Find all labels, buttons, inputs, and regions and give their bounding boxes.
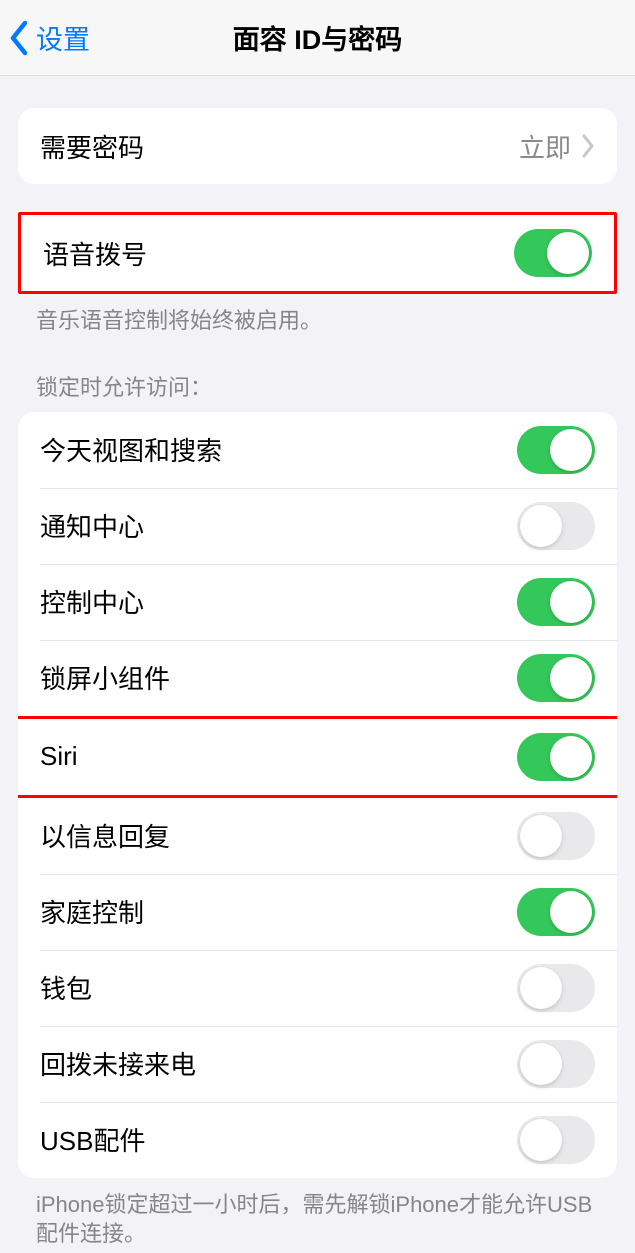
lock-access-toggle[interactable] (517, 502, 595, 550)
lock-access-toggle[interactable] (517, 426, 595, 474)
back-label: 设置 (36, 18, 90, 57)
lock-access-row: 锁屏小组件 (18, 640, 617, 716)
page-title: 面容 ID与密码 (0, 18, 635, 57)
lock-access-row: 家庭控制 (18, 874, 617, 950)
toggle-knob (520, 967, 562, 1009)
lock-access-row: 回拨未接来电 (18, 1026, 617, 1102)
require-passcode-value: 立即 (519, 128, 571, 165)
toggle-knob (550, 581, 592, 623)
voice-dial-highlight: 语音拨号 (18, 212, 617, 294)
lock-access-label: USB配件 (40, 1121, 517, 1158)
lock-access-header: 锁定时允许访问： (0, 370, 635, 412)
lock-access-label: 锁屏小组件 (40, 659, 517, 696)
lock-access-toggle[interactable] (517, 964, 595, 1012)
toggle-knob (520, 1043, 562, 1085)
siri-highlight: Siri (18, 716, 617, 798)
lock-access-toggle[interactable] (517, 1040, 595, 1088)
lock-access-row: USB配件 (18, 1102, 617, 1178)
lock-access-label: 通知中心 (40, 507, 517, 544)
lock-access-row: 以信息回复 (18, 798, 617, 874)
lock-access-toggle[interactable] (517, 654, 595, 702)
toggle-knob (520, 1119, 562, 1161)
nav-header: 设置 面容 ID与密码 (0, 0, 635, 76)
lock-access-label: 以信息回复 (40, 817, 517, 854)
voice-dial-label: 语音拨号 (43, 235, 514, 272)
voice-dial-row: 语音拨号 (21, 215, 614, 291)
lock-access-row: 今天视图和搜索 (18, 412, 617, 488)
lock-access-label: 回拨未接来电 (40, 1045, 517, 1082)
toggle-knob (550, 736, 592, 778)
lock-access-toggle[interactable] (517, 733, 595, 781)
lock-access-row: 控制中心 (18, 564, 617, 640)
lock-access-label: 控制中心 (40, 583, 517, 620)
toggle-knob (550, 429, 592, 471)
voice-dial-toggle[interactable] (514, 229, 592, 277)
lock-access-label: 钱包 (40, 969, 517, 1006)
require-passcode-row[interactable]: 需要密码 立即 (18, 108, 617, 184)
chevron-left-icon (8, 20, 30, 56)
lock-access-row: 钱包 (18, 950, 617, 1026)
lock-access-footer: iPhone锁定超过一小时后，需先解锁iPhone才能允许USB配件连接。 (0, 1178, 635, 1249)
toggle-knob (520, 505, 562, 547)
chevron-right-icon (581, 134, 595, 158)
require-passcode-group: 需要密码 立即 (18, 108, 617, 184)
toggle-knob (550, 657, 592, 699)
lock-access-toggle[interactable] (517, 1116, 595, 1164)
voice-dial-footer: 音乐语音控制将始终被启用。 (0, 294, 635, 336)
back-button[interactable]: 设置 (0, 18, 90, 57)
toggle-knob (547, 232, 589, 274)
lock-access-label: Siri (40, 741, 517, 772)
toggle-knob (520, 815, 562, 857)
lock-access-row: 通知中心 (18, 488, 617, 564)
lock-access-label: 家庭控制 (40, 893, 517, 930)
lock-access-row: Siri (18, 719, 617, 795)
lock-access-toggle[interactable] (517, 888, 595, 936)
require-passcode-label: 需要密码 (40, 128, 519, 165)
toggle-knob (550, 891, 592, 933)
voice-dial-group: 语音拨号 (21, 215, 614, 291)
lock-access-toggle[interactable] (517, 578, 595, 626)
lock-access-toggle[interactable] (517, 812, 595, 860)
lock-access-group: 今天视图和搜索通知中心控制中心锁屏小组件 Siri 以信息回复家庭控制钱包回拨未接来… (18, 412, 617, 1178)
lock-access-label: 今天视图和搜索 (40, 431, 517, 468)
